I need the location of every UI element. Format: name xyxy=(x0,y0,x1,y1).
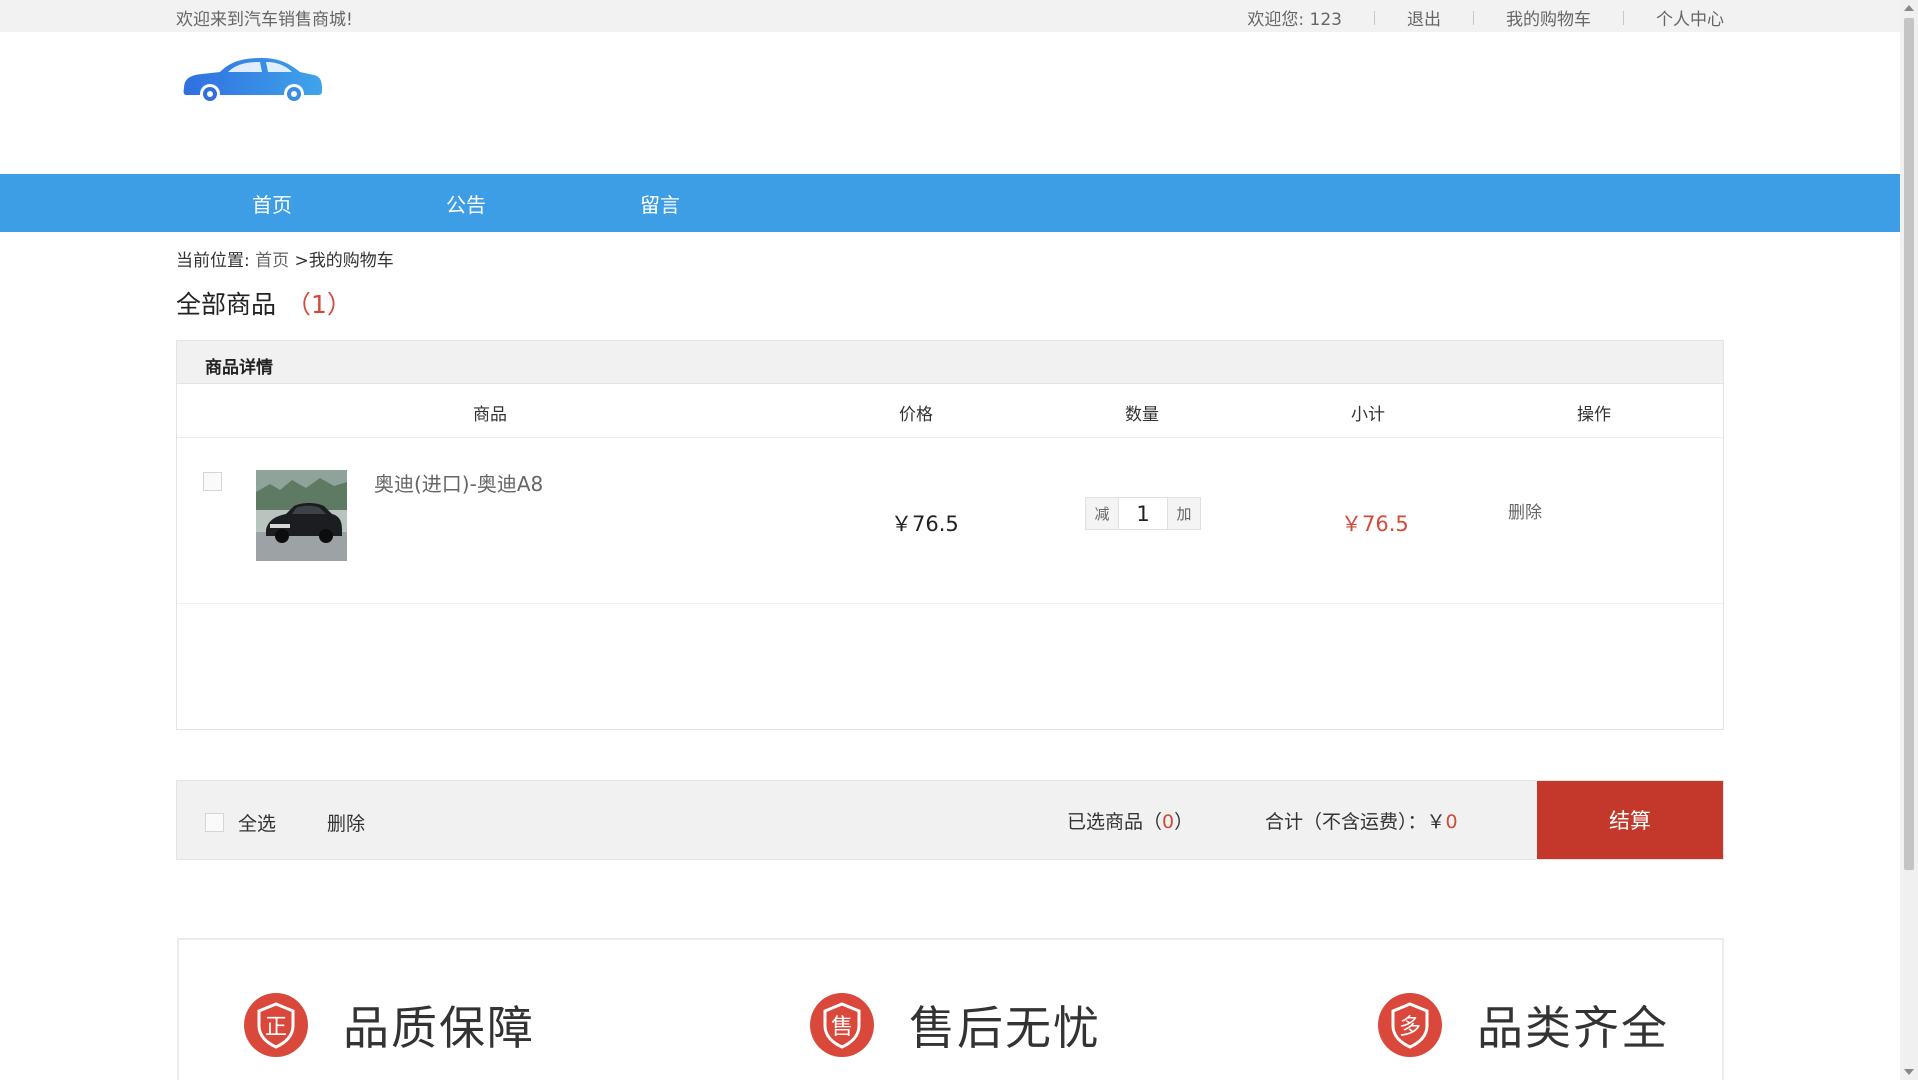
guarantee-variety: 品类齐全 xyxy=(1477,1001,1669,1055)
breadcrumb-current: >我的购物车 xyxy=(289,251,394,271)
guarantee-item: 多 品类齐全 xyxy=(1377,992,1669,1058)
user-links: 欢迎您: 123 退出 我的购物车 个人中心 xyxy=(1247,5,1724,30)
item-subtotal: ￥76.5 xyxy=(1341,512,1409,536)
vertical-scrollbar[interactable] xyxy=(1900,0,1918,1080)
delete-selected-link[interactable]: 删除 xyxy=(327,809,365,836)
quality-badge-icon: 正 xyxy=(244,993,308,1057)
delete-item-link[interactable]: 删除 xyxy=(1508,498,1542,523)
select-all-label: 全选 xyxy=(238,813,277,835)
selected-count: 已选商品（0） xyxy=(1067,807,1193,834)
column-headers: 商品 价格 数量 小计 操作 xyxy=(177,384,1723,438)
svg-text:多: 多 xyxy=(1399,1015,1421,1040)
select-all[interactable]: 全选 xyxy=(205,809,276,836)
nav-message[interactable]: 留言 xyxy=(640,189,680,218)
scroll-up-icon[interactable] xyxy=(1904,5,1914,11)
breadcrumb-prefix: 当前位置: xyxy=(176,251,250,271)
welcome-text: 欢迎来到汽车销售商城! xyxy=(176,10,353,30)
svg-text:售: 售 xyxy=(831,1015,853,1040)
cart-table: 商品详情 商品 价格 数量 小计 操作 奥迪(进口)-奥迪A8 ￥76.5 减 … xyxy=(176,340,1724,730)
col-subtotal: 小计 xyxy=(1351,405,1385,425)
service-guarantee-banner: 正 品质保障 售 售后无忧 多 品类齐全 xyxy=(177,938,1724,1080)
top-utility-bar: 欢迎来到汽车销售商城! 欢迎您: 123 退出 我的购物车 个人中心 xyxy=(0,0,1900,32)
profile-link[interactable]: 个人中心 xyxy=(1656,5,1724,30)
select-all-checkbox[interactable] xyxy=(205,813,224,832)
page-title-text: 全部商品 xyxy=(176,290,277,319)
selected-count-value: 0 xyxy=(1162,811,1175,833)
product-price: ￥76.5 xyxy=(891,512,959,536)
quantity-value[interactable]: 1 xyxy=(1118,498,1168,529)
scroll-down-icon[interactable] xyxy=(1904,1069,1914,1075)
my-cart-link[interactable]: 我的购物车 xyxy=(1506,5,1591,30)
guarantee-item: 正 品质保障 xyxy=(243,992,535,1058)
col-quantity: 数量 xyxy=(1125,405,1159,425)
breadcrumb-home[interactable]: 首页 xyxy=(255,251,289,271)
table-row: 奥迪(进口)-奥迪A8 ￥76.5 减 1 加 ￥76.5 删除 xyxy=(177,438,1723,604)
quantity-stepper: 减 1 加 xyxy=(1085,497,1201,530)
col-product: 商品 xyxy=(473,405,507,425)
logout-link[interactable]: 退出 xyxy=(1407,5,1441,30)
scrollbar-thumb[interactable] xyxy=(1904,18,1914,870)
guarantee-quality: 品质保障 xyxy=(343,1001,535,1055)
increase-button[interactable]: 加 xyxy=(1168,498,1200,529)
guarantee-after-sales: 售后无忧 xyxy=(909,1001,1101,1055)
cart-summary-bar: 全选 删除 已选商品（0） 合计（不含运费）：￥0 结算 xyxy=(176,780,1724,860)
svg-text:正: 正 xyxy=(265,1015,287,1040)
item-count: （1） xyxy=(286,290,352,319)
selected-suffix: ） xyxy=(1174,811,1194,833)
car-logo[interactable] xyxy=(176,48,326,108)
divider xyxy=(1374,10,1375,25)
page: 欢迎来到汽车销售商城! 欢迎您: 123 退出 我的购物车 个人中心 首页 公告… xyxy=(0,0,1918,1080)
main-nav: 首页 公告 留言 xyxy=(0,174,1900,232)
total-amount: 合计（不含运费）：￥0 xyxy=(1265,807,1458,834)
nav-home[interactable]: 首页 xyxy=(252,189,292,218)
total-label: 合计（不含运费）：￥ xyxy=(1265,811,1446,833)
product-name[interactable]: 奥迪(进口)-奥迪A8 xyxy=(374,468,543,497)
decrease-button[interactable]: 减 xyxy=(1086,498,1118,529)
total-value: 0 xyxy=(1445,811,1458,833)
variety-badge-icon: 多 xyxy=(1378,993,1442,1057)
page-title: 全部商品 （1） xyxy=(176,285,352,321)
selected-label: 已选商品（ xyxy=(1067,811,1163,833)
nav-notice[interactable]: 公告 xyxy=(446,189,486,218)
guarantee-item: 售 售后无忧 xyxy=(809,992,1101,1058)
breadcrumb: 当前位置: 首页 >我的购物车 xyxy=(176,246,394,271)
divider xyxy=(1623,10,1624,25)
cart-header: 商品详情 xyxy=(177,341,1723,384)
item-checkbox[interactable] xyxy=(203,472,222,491)
product-image[interactable] xyxy=(256,470,347,561)
col-price: 价格 xyxy=(899,405,933,425)
checkout-button[interactable]: 结算 xyxy=(1537,781,1723,859)
after-sales-badge-icon: 售 xyxy=(810,993,874,1057)
user-greeting: 欢迎您: 123 xyxy=(1247,10,1342,30)
divider xyxy=(1473,10,1474,25)
col-action: 操作 xyxy=(1577,405,1611,425)
